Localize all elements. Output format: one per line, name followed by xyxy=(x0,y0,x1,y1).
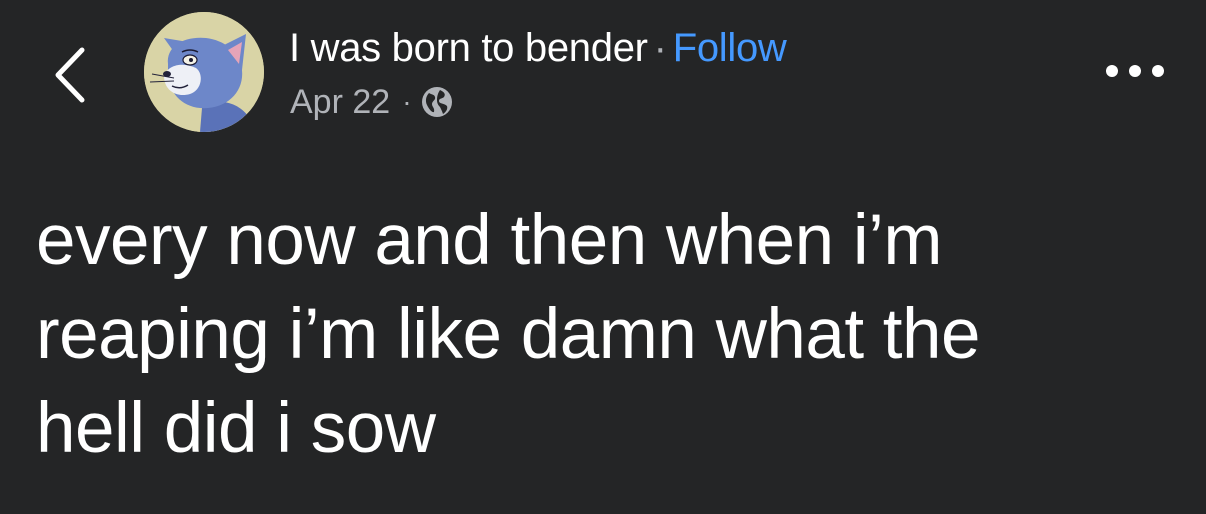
chevron-left-icon xyxy=(55,47,85,103)
more-horizontal-icon xyxy=(1106,65,1164,77)
avatar[interactable] xyxy=(144,12,264,132)
more-options-button[interactable] xyxy=(1102,56,1168,86)
header-separator: · xyxy=(653,26,667,70)
post-body-text: every now and then when i’m reaping i’m … xyxy=(36,201,981,468)
follow-button[interactable]: Follow xyxy=(673,26,787,70)
cartoon-cat-avatar-image xyxy=(144,12,264,132)
globe-icon[interactable] xyxy=(420,85,454,119)
post-date[interactable]: Apr 22 xyxy=(290,83,390,122)
post-detail-view: I was born to bender · Follow Apr 22 · eve… xyxy=(0,0,1206,514)
meta-separator: · xyxy=(402,86,412,117)
post-meta: Apr 22 · xyxy=(290,80,454,124)
back-button[interactable] xyxy=(44,40,96,110)
author-name[interactable]: I was born to bender xyxy=(289,26,648,70)
post-header: I was born to bender · Follow xyxy=(289,23,787,73)
